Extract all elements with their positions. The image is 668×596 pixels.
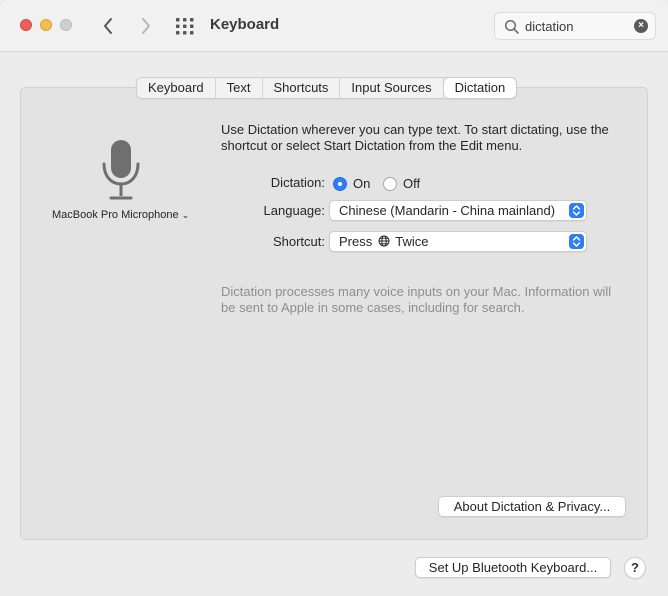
updown-arrows-icon xyxy=(569,234,584,249)
shortcut-prefix: Press xyxy=(339,234,373,249)
microphone-icon xyxy=(102,140,140,200)
preferences-window: Keyboard × Keyboard Text Shortcuts Input… xyxy=(0,0,668,596)
search-field[interactable]: × xyxy=(494,12,656,40)
updown-arrows-icon xyxy=(569,203,584,218)
dictation-off-radio[interactable] xyxy=(383,177,397,191)
tab-keyboard[interactable]: Keyboard xyxy=(137,78,216,98)
search-input[interactable] xyxy=(525,17,629,35)
bluetooth-keyboard-button[interactable]: Set Up Bluetooth Keyboard... xyxy=(415,557,611,578)
language-popup[interactable]: Chinese (Mandarin - China mainland) xyxy=(329,200,587,221)
tab-dictation[interactable]: Dictation xyxy=(443,78,517,98)
globe-icon xyxy=(378,235,390,247)
privacy-note: Dictation processes many voice inputs on… xyxy=(221,284,612,315)
grid-icon xyxy=(176,18,194,35)
minimize-button[interactable] xyxy=(40,19,52,31)
tab-shortcuts[interactable]: Shortcuts xyxy=(263,78,341,98)
shortcut-suffix: Twice xyxy=(395,234,429,249)
back-chevron-icon xyxy=(104,18,112,34)
dictation-on-label[interactable]: On xyxy=(353,176,370,191)
language-label: Language: xyxy=(263,203,325,218)
language-value: Chinese (Mandarin - China mainland) xyxy=(339,203,556,218)
chevron-down-icon: ⌄ xyxy=(181,210,190,220)
clear-icon[interactable]: × xyxy=(634,19,648,33)
zoom-button[interactable] xyxy=(60,19,72,31)
microphone-selector[interactable]: MacBook Pro Microphone ⌄ xyxy=(52,209,189,221)
shortcut-value: Press Twice xyxy=(339,234,428,249)
close-button[interactable] xyxy=(20,19,32,31)
shortcut-popup[interactable]: Press Twice xyxy=(329,231,587,252)
window-title: Keyboard xyxy=(210,16,280,33)
about-dictation-button[interactable]: About Dictation & Privacy... xyxy=(438,496,626,517)
dictation-on-radio[interactable] xyxy=(333,177,347,191)
tab-text[interactable]: Text xyxy=(216,78,263,98)
help-button[interactable]: ? xyxy=(624,557,646,579)
dictation-label: Dictation: xyxy=(270,175,325,190)
forward-chevron-icon xyxy=(142,18,150,34)
tab-input-sources[interactable]: Input Sources xyxy=(340,78,444,98)
tab-bar: Keyboard Text Shortcuts Input Sources Di… xyxy=(136,77,518,99)
forward-button[interactable] xyxy=(134,14,158,38)
show-all-button[interactable] xyxy=(174,15,196,37)
back-button[interactable] xyxy=(96,14,120,38)
search-icon xyxy=(504,19,519,34)
microphone-label: MacBook Pro Microphone xyxy=(52,209,179,221)
intro-text: Use Dictation wherever you can type text… xyxy=(221,122,609,153)
title-bar: Keyboard × xyxy=(0,0,668,52)
shortcut-label: Shortcut: xyxy=(272,234,325,249)
dictation-off-label[interactable]: Off xyxy=(403,176,420,191)
